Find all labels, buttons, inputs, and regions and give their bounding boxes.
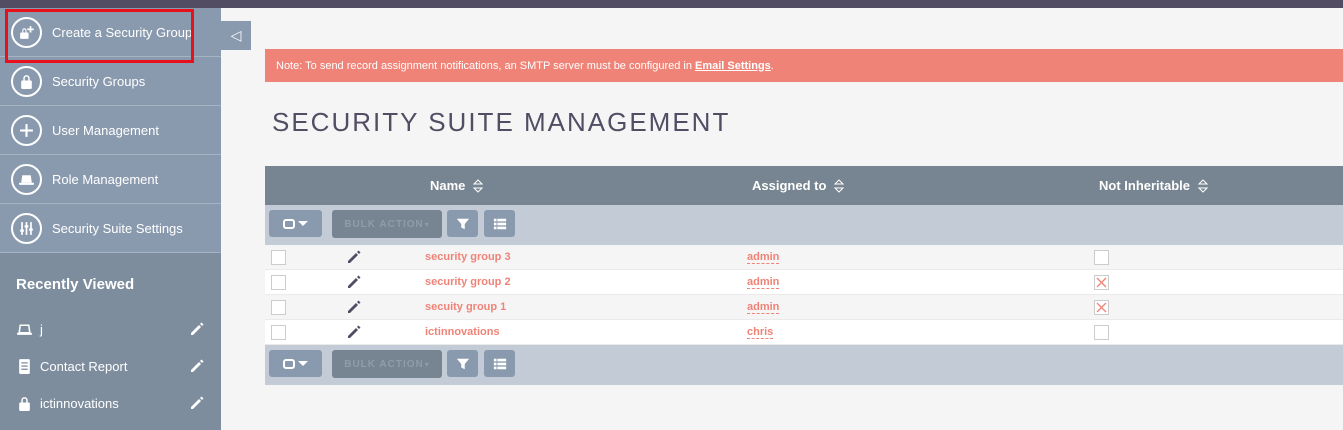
select-all-dropdown[interactable]	[269, 210, 322, 237]
caret-down-icon: ▾	[424, 359, 430, 369]
filter-button[interactable]	[447, 210, 478, 237]
bulk-action-button[interactable]: BULK ACTION ▾	[332, 350, 442, 378]
checkbox-icon	[283, 218, 295, 229]
caret-down-icon	[298, 221, 308, 226]
bulk-action-label: BULK ACTION	[344, 218, 424, 230]
row-checkbox[interactable]	[271, 300, 286, 315]
bulk-action-button[interactable]: BULK ACTION ▾	[332, 210, 442, 238]
email-settings-link[interactable]: Email Settings	[695, 60, 771, 72]
not-inheritable-checkbox	[1094, 275, 1109, 290]
column-header-assigned-to[interactable]: Assigned to	[752, 178, 845, 193]
user-management-action[interactable]: User Management	[0, 106, 221, 155]
user-management-label: User Management	[52, 122, 159, 138]
security-groups-list: Name Assigned to Not Inheritable BULK AC…	[265, 166, 1343, 385]
row-name-link[interactable]: security group 2	[425, 276, 511, 288]
lock-plus-icon	[11, 16, 42, 48]
recent-item-label: ictinnovations	[40, 396, 119, 411]
security-groups-action[interactable]: Security Groups	[0, 57, 221, 106]
report-icon	[16, 358, 33, 375]
sort-icon[interactable]	[473, 178, 484, 193]
table-row: ictinnovations chris	[265, 320, 1343, 345]
security-suite-settings-action[interactable]: Security Suite Settings	[0, 204, 221, 253]
row-checkbox[interactable]	[271, 325, 286, 340]
column-chooser-button[interactable]	[484, 210, 515, 237]
recent-item-label: j	[40, 322, 43, 337]
x-mark-icon	[1096, 277, 1107, 288]
recent-item-ictinnovations[interactable]: ictinnovations	[0, 385, 221, 422]
sort-icon[interactable]	[1197, 178, 1209, 193]
pencil-icon[interactable]	[189, 395, 205, 411]
plus-icon	[11, 114, 42, 146]
recent-item-contact-report[interactable]: Contact Report	[0, 348, 221, 385]
column-label: Not Inheritable	[1099, 178, 1191, 193]
row-name-link[interactable]: ictinnovations	[425, 326, 500, 338]
filter-icon	[456, 358, 469, 369]
smtp-notice: Note: To send record assignment notifica…	[265, 49, 1343, 82]
caret-down-icon	[298, 361, 308, 366]
collapse-sidebar-button[interactable]: ◁	[221, 21, 251, 50]
table-toolbar-top: BULK ACTION ▾	[265, 205, 1343, 245]
not-inheritable-checkbox	[1094, 325, 1109, 340]
recently-viewed-title: Recently Viewed	[16, 276, 135, 293]
row-assigned-link[interactable]: admin	[747, 251, 780, 264]
row-assigned-link[interactable]: chris	[747, 326, 774, 339]
table-row: secuity group 1 admin	[265, 295, 1343, 320]
row-name-link[interactable]: secuity group 1	[425, 301, 506, 313]
pencil-icon[interactable]	[346, 299, 362, 315]
recently-viewed: Recently Viewed j Contact Report ictinno…	[0, 253, 221, 430]
pencil-icon[interactable]	[346, 249, 362, 265]
filter-icon	[456, 218, 469, 229]
lock-icon	[16, 395, 33, 412]
triangle-left-icon: ◁	[230, 27, 242, 43]
not-inheritable-checkbox	[1094, 300, 1109, 315]
notice-text: Note: To send record assignment notifica…	[276, 59, 692, 72]
top-bar	[0, 0, 1343, 8]
table-toolbar-bottom: BULK ACTION ▾	[265, 345, 1343, 385]
row-checkbox[interactable]	[271, 250, 286, 265]
role-icon	[11, 163, 42, 195]
not-inheritable-checkbox	[1094, 250, 1109, 265]
pencil-icon[interactable]	[346, 274, 362, 290]
row-name-link[interactable]: security group 3	[425, 251, 511, 263]
row-assigned-link[interactable]: admin	[747, 301, 780, 314]
row-checkbox[interactable]	[271, 275, 286, 290]
caret-down-icon: ▾	[424, 219, 430, 229]
table-row: security group 2 admin	[265, 270, 1343, 295]
pencil-icon[interactable]	[189, 358, 205, 374]
pencil-icon[interactable]	[189, 321, 205, 337]
security-suite-settings-label: Security Suite Settings	[52, 220, 183, 236]
column-header-name[interactable]: Name	[430, 178, 484, 193]
table-header: Name Assigned to Not Inheritable	[265, 166, 1343, 205]
lock-icon	[11, 65, 42, 97]
column-header-not-inheritable[interactable]: Not Inheritable	[1099, 178, 1209, 193]
sort-icon[interactable]	[834, 178, 845, 193]
column-chooser-button[interactable]	[484, 350, 515, 377]
checkbox-icon	[283, 358, 295, 369]
sidebar-actions: Create a Security Group Security Groups …	[0, 8, 221, 253]
create-security-group-action[interactable]: Create a Security Group	[0, 8, 221, 57]
sidebar: Create a Security Group Security Groups …	[0, 8, 221, 430]
list-icon	[493, 358, 506, 369]
create-security-group-label: Create a Security Group	[52, 24, 193, 40]
column-label: Name	[430, 178, 466, 193]
row-assigned-link[interactable]: admin	[747, 276, 780, 289]
role-management-action[interactable]: Role Management	[0, 155, 221, 204]
x-mark-icon	[1096, 302, 1107, 313]
pencil-icon[interactable]	[346, 324, 362, 340]
column-label: Assigned to	[752, 178, 827, 193]
security-groups-label: Security Groups	[52, 73, 146, 89]
bulk-action-label: BULK ACTION	[344, 358, 424, 370]
recent-item-j[interactable]: j	[0, 311, 221, 348]
notice-suffix: .	[770, 59, 774, 72]
table-row: security group 3 admin	[265, 245, 1343, 270]
recent-item-label: Contact Report	[40, 359, 128, 374]
role-icon	[16, 321, 33, 338]
filter-button[interactable]	[447, 350, 478, 377]
list-icon	[493, 218, 506, 229]
sliders-icon	[11, 212, 42, 244]
select-all-dropdown[interactable]	[269, 350, 322, 377]
page-title: SECURITY SUITE MANAGEMENT	[272, 107, 731, 137]
role-management-label: Role Management	[52, 171, 159, 187]
